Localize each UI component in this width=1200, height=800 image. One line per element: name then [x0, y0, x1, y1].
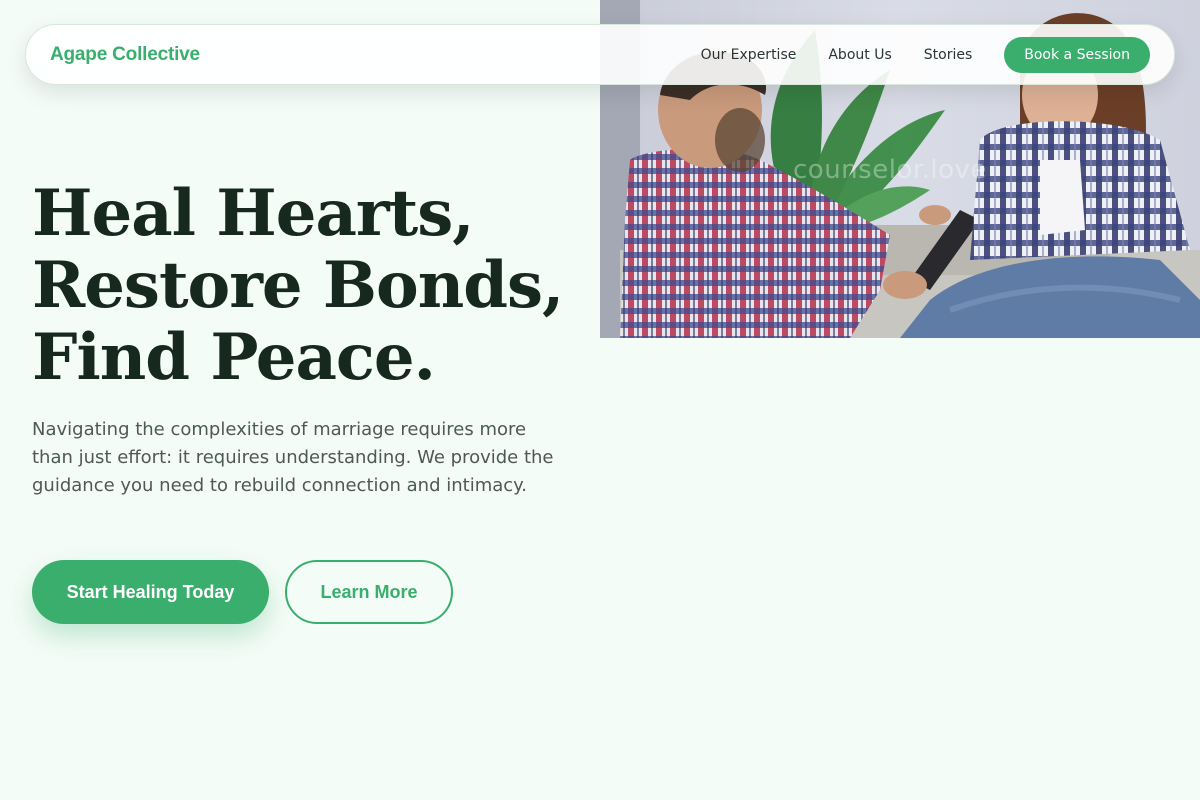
- brand-logo[interactable]: Agape Collective: [50, 44, 200, 66]
- hero-description: Navigating the complexities of marriage …: [32, 419, 554, 496]
- landing-page: counselor.love Agape Collective Our Expe…: [0, 0, 1200, 800]
- image-watermark: counselor.love: [793, 155, 987, 185]
- hero-title-line-3: Find Peace.: [32, 320, 436, 395]
- nav-links: Our Expertise About Us Stories Book a Se…: [701, 36, 1150, 73]
- learn-more-button[interactable]: Learn More: [285, 560, 453, 624]
- hero-title-line-2: Restore Bonds,: [32, 248, 564, 323]
- nav-link-stories[interactable]: Stories: [924, 47, 973, 63]
- start-healing-button[interactable]: Start Healing Today: [32, 560, 269, 624]
- nav-link-about-us[interactable]: About Us: [828, 47, 891, 63]
- nav-link-our-expertise[interactable]: Our Expertise: [701, 47, 797, 63]
- hero-title-line-1: Heal Hearts,: [32, 176, 475, 251]
- navbar: Agape Collective Our Expertise About Us …: [25, 24, 1175, 85]
- hero-title: Heal Hearts, Restore Bonds, Find Peace.: [32, 176, 564, 395]
- book-session-button[interactable]: Book a Session: [1004, 36, 1150, 73]
